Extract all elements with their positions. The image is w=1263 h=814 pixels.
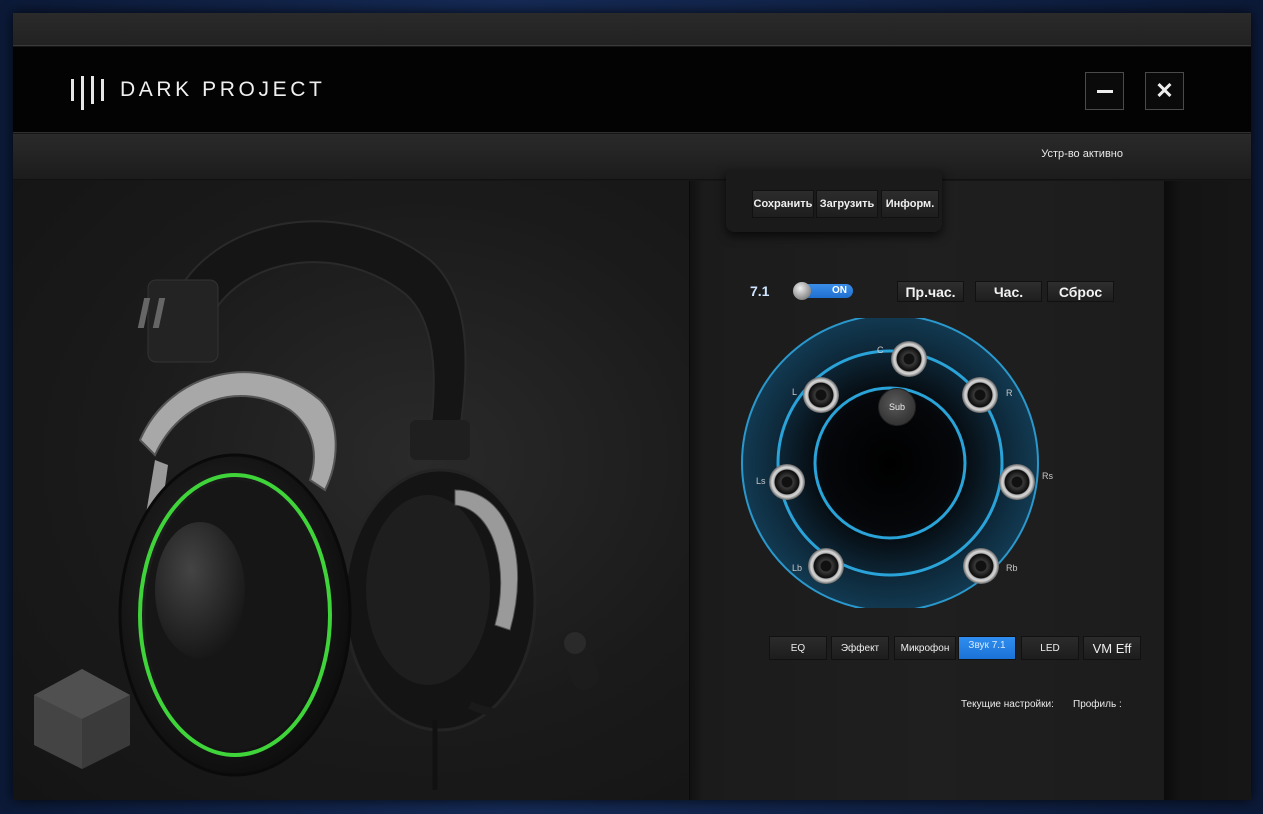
close-icon: ✕: [1155, 78, 1174, 103]
load-button[interactable]: Загрузить: [816, 190, 878, 218]
label-right: R: [1006, 388, 1013, 398]
speaker-position-map: C L R Ls Rs Lb Rb Sub: [738, 318, 1053, 608]
tab-effect[interactable]: Эффект: [831, 636, 889, 660]
surround-toggle[interactable]: ON: [793, 282, 853, 300]
info-button[interactable]: Информ.: [881, 190, 939, 218]
subwoofer-button[interactable]: Sub: [878, 388, 916, 426]
speaker-right[interactable]: [962, 377, 998, 413]
label-left-surround: Ls: [756, 476, 766, 486]
tab-sound-7-1[interactable]: Звук 7.1: [958, 636, 1016, 660]
save-button[interactable]: Сохранить: [752, 190, 814, 218]
status-bar: Устр-во активно: [13, 134, 1251, 180]
label-center: C: [877, 345, 884, 355]
brand-logo: DARK PROJECT: [71, 69, 325, 111]
speaker-right-back[interactable]: [963, 548, 999, 584]
rotate-clockwise-button[interactable]: Пр.час.: [897, 281, 964, 302]
speaker-center[interactable]: [891, 341, 927, 377]
label-left-back: Lb: [792, 563, 803, 573]
label-right-back: Rb: [1006, 563, 1018, 573]
header: DARK PROJECT ✕: [13, 47, 1251, 133]
current-settings-label: Текущие настройки:: [961, 699, 1054, 710]
tab-led[interactable]: LED: [1021, 636, 1079, 660]
speaker-left[interactable]: [803, 377, 839, 413]
toggle-knob: [793, 282, 811, 300]
minimize-button[interactable]: [1085, 72, 1124, 110]
profile-label: Профиль :: [1073, 699, 1122, 710]
title-strip[interactable]: [13, 13, 1251, 46]
logo-mark-icon: [71, 70, 104, 110]
minimize-icon: [1096, 89, 1113, 93]
label-left: L: [792, 387, 798, 397]
speaker-left-surround[interactable]: [769, 464, 805, 500]
rotate-counterclockwise-button[interactable]: Час.: [975, 281, 1042, 302]
close-button[interactable]: ✕: [1145, 72, 1184, 110]
headset-image: [118, 220, 600, 790]
label-right-surround: Rs: [1042, 471, 1053, 481]
tab-eq[interactable]: EQ: [769, 636, 827, 660]
toggle-state: ON: [832, 285, 847, 296]
tab-microphone[interactable]: Микрофон: [894, 636, 956, 660]
reset-button[interactable]: Сброс: [1047, 281, 1114, 302]
brand-cube-icon: [34, 669, 130, 769]
surround-mode-label: 7.1: [750, 283, 770, 299]
device-status: Устр-во активно: [1041, 148, 1123, 160]
tab-vm-effect[interactable]: VM Eff: [1083, 636, 1141, 660]
brand-name: DARK PROJECT: [120, 78, 326, 101]
speaker-right-surround[interactable]: [999, 464, 1035, 500]
right-edge-panel: [1164, 181, 1251, 800]
speaker-left-back[interactable]: [808, 548, 844, 584]
